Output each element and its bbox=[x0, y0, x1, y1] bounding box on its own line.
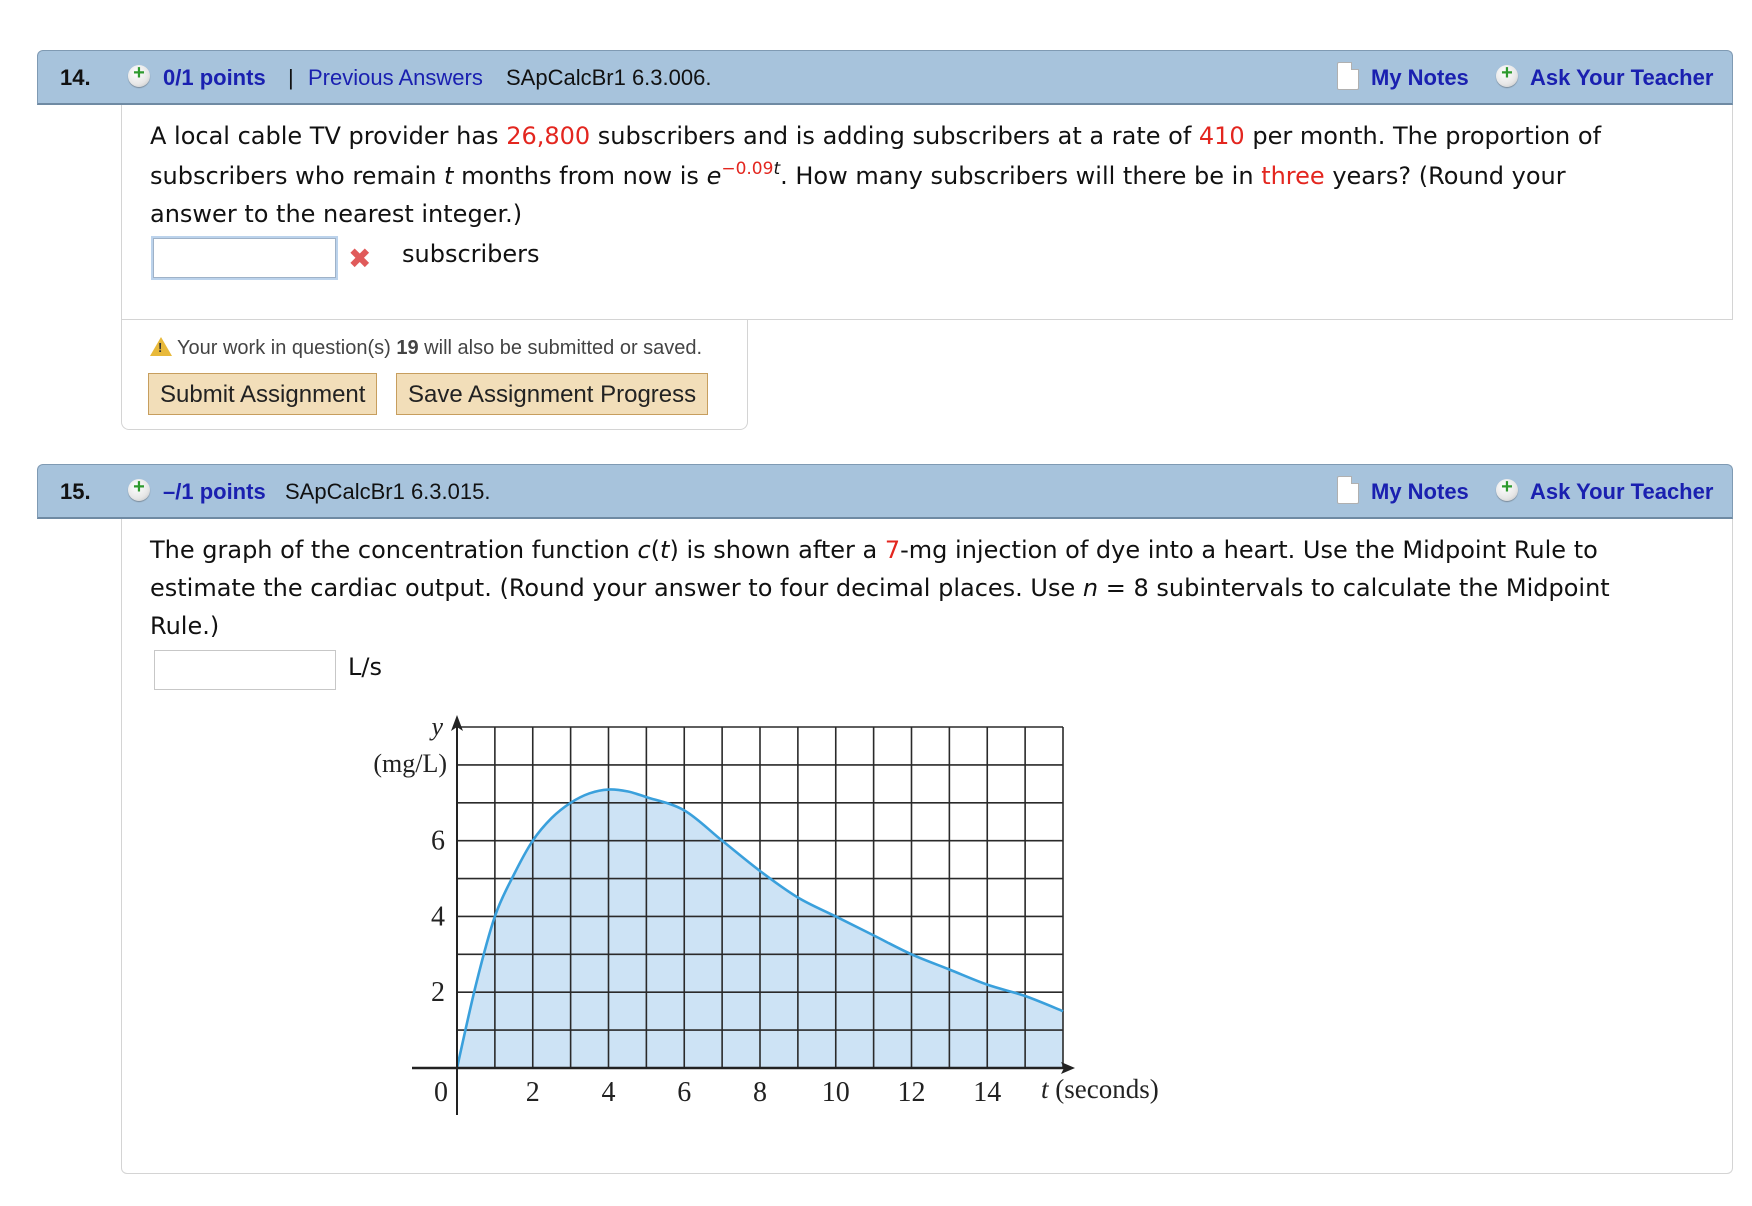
text: ( bbox=[650, 536, 661, 564]
text: subscribers and is adding subscribers at… bbox=[590, 122, 1199, 150]
subscribers-value: 26,800 bbox=[506, 122, 591, 150]
subscribers-answer-input[interactable] bbox=[151, 236, 338, 280]
question-14-header: 14. 0/1 points | Previous Answers SApCal… bbox=[37, 50, 1733, 105]
text: ) is shown after a bbox=[669, 536, 885, 564]
text: months from now is bbox=[453, 162, 707, 190]
separator: | bbox=[288, 65, 294, 90]
answer-unit: subscribers bbox=[402, 240, 540, 268]
warning-icon bbox=[150, 337, 172, 356]
text: will also be submitted or saved. bbox=[418, 337, 703, 359]
question-14-line-3: answer to the nearest integer.) bbox=[150, 200, 523, 228]
question-number: 15. bbox=[60, 479, 91, 504]
variable-n: n bbox=[1082, 574, 1099, 602]
question-14-line-2: subscribers who remain t months from now… bbox=[150, 157, 1566, 198]
expand-plus-icon[interactable] bbox=[128, 476, 150, 501]
text: -mg injection of dye into a heart. Use t… bbox=[900, 536, 1598, 564]
ask-teacher-plus-icon[interactable] bbox=[1496, 476, 1518, 501]
my-notes-link[interactable]: My Notes bbox=[1371, 479, 1469, 505]
text: The graph of the concentration function bbox=[150, 536, 638, 564]
incorrect-x-icon: ✖ bbox=[348, 242, 372, 275]
cardiac-output-answer-input[interactable] bbox=[154, 650, 336, 690]
question-number: 19 bbox=[396, 337, 419, 359]
expand-plus-icon[interactable] bbox=[128, 62, 150, 87]
years-value: three bbox=[1261, 162, 1325, 190]
answer-unit: L/s bbox=[348, 653, 382, 681]
text: years? (Round your bbox=[1324, 162, 1566, 190]
text: Your work in question(s) bbox=[177, 337, 397, 359]
variable-e: e bbox=[706, 162, 722, 190]
text: subscribers who remain bbox=[150, 162, 445, 190]
question-number: 14. bbox=[60, 65, 91, 90]
question-code: SApCalcBr1 6.3.006. bbox=[506, 65, 712, 90]
exponent-t: t bbox=[773, 159, 781, 179]
save-progress-button[interactable]: Save Assignment Progress bbox=[396, 373, 709, 415]
previous-answers-link[interactable]: Previous Answers bbox=[308, 65, 483, 91]
text: . How many subscribers will there be in bbox=[780, 162, 1262, 190]
ask-teacher-plus-icon[interactable] bbox=[1496, 62, 1518, 87]
question-14-line-1: A local cable TV provider has 26,800 sub… bbox=[150, 117, 1601, 155]
points-link[interactable]: –/1 points bbox=[163, 479, 266, 505]
text: per month. The proportion of bbox=[1244, 122, 1602, 150]
text: = 8 subintervals to calculate the Midpoi… bbox=[1098, 574, 1610, 602]
question-code: SApCalcBr1 6.3.015. bbox=[285, 479, 491, 504]
text: estimate the cardiac output. (Round your… bbox=[150, 574, 1083, 602]
note-page-icon[interactable] bbox=[1337, 476, 1359, 504]
question-15-line-2: estimate the cardiac output. (Round your… bbox=[150, 569, 1610, 607]
save-warning: Your work in question(s) 19 will also be… bbox=[150, 335, 702, 360]
question-15-header: 15. –/1 points SApCalcBr1 6.3.015. My No… bbox=[37, 464, 1733, 519]
rate-value: 410 bbox=[1198, 122, 1245, 150]
my-notes-link[interactable]: My Notes bbox=[1371, 65, 1469, 91]
question-15-line-1: The graph of the concentration function … bbox=[150, 531, 1598, 569]
dose-value: 7 bbox=[884, 536, 901, 564]
question-15-body bbox=[121, 519, 1733, 1174]
function-c: c bbox=[637, 536, 651, 564]
ask-teacher-link[interactable]: Ask Your Teacher bbox=[1530, 65, 1713, 91]
ask-teacher-link[interactable]: Ask Your Teacher bbox=[1530, 479, 1713, 505]
exponent-value: −0.09 bbox=[721, 159, 774, 179]
question-15-line-3: Rule.) bbox=[150, 612, 220, 640]
note-page-icon[interactable] bbox=[1337, 62, 1359, 90]
points-link[interactable]: 0/1 points bbox=[163, 65, 266, 91]
submit-assignment-button[interactable]: Submit Assignment bbox=[148, 373, 378, 415]
text: A local cable TV provider has bbox=[150, 122, 507, 150]
